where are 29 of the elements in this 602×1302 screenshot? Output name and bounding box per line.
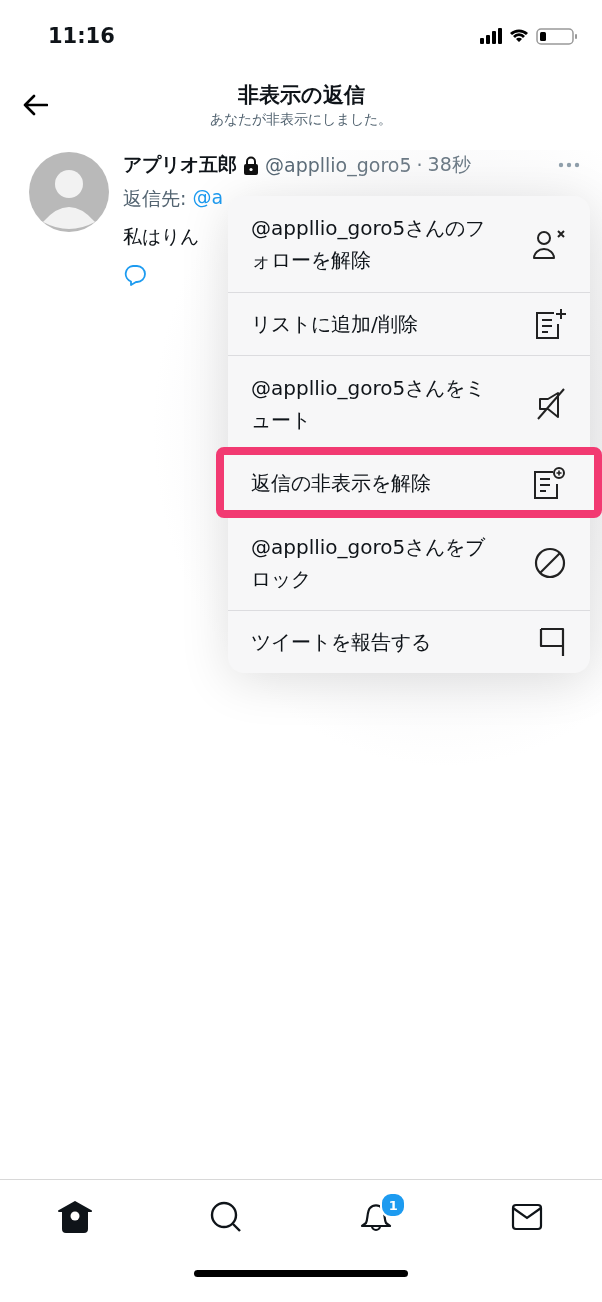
user-handle[interactable]: @appllio_goro5	[265, 154, 412, 176]
reply-icon[interactable]	[123, 264, 147, 286]
mute-icon	[534, 386, 566, 421]
user-remove-icon	[532, 228, 566, 260]
back-arrow-icon[interactable]	[22, 94, 48, 116]
reply-label: 返信先:	[123, 186, 187, 211]
more-icon[interactable]	[558, 162, 580, 168]
user-name[interactable]: アプリオ五郎	[123, 152, 237, 178]
menu-item[interactable]: @appllio_goro5さんのフォローを解除	[228, 196, 590, 292]
notification-badge: 1	[380, 1192, 407, 1218]
flag-icon	[538, 626, 566, 658]
menu-item[interactable]: ツイートを報告する	[228, 610, 590, 673]
search-icon[interactable]	[209, 1201, 242, 1233]
list-add-icon	[534, 308, 566, 340]
home-icon[interactable]	[58, 1201, 93, 1233]
tweet-text: 私はりん	[123, 224, 199, 249]
menu-item[interactable]: リストに追加/削除	[228, 292, 590, 355]
block-icon	[534, 546, 566, 579]
document-icon	[532, 466, 566, 500]
signal-icon	[480, 28, 502, 44]
page-subtitle: あなたが非表示にしました。	[210, 111, 392, 129]
status-time: 11:16	[48, 24, 115, 48]
separator-dot: ·	[416, 154, 423, 176]
tweet-time: 38秒	[427, 152, 471, 177]
wifi-icon	[509, 29, 529, 43]
menu-item[interactable]: @appllio_goro5さんをブロック	[228, 514, 590, 610]
mail-icon[interactable]	[510, 1203, 543, 1231]
page-title: 非表示の返信	[237, 82, 365, 109]
battery-icon	[536, 27, 578, 45]
